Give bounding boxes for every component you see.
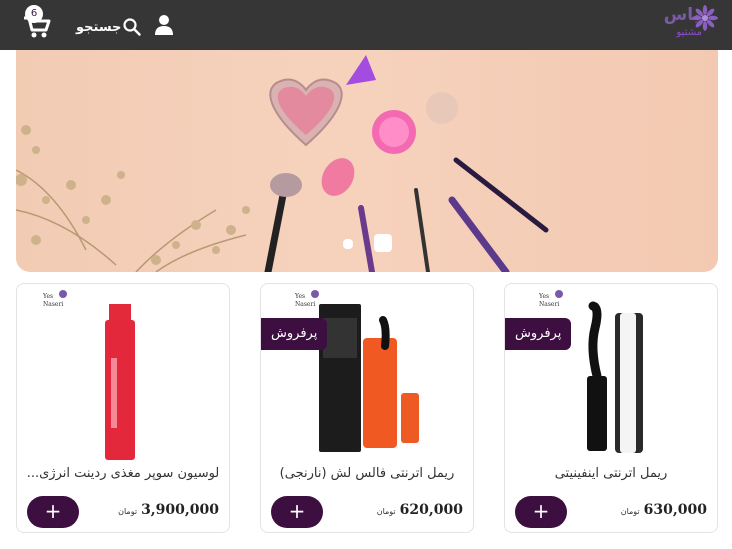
price-value: 630,000 [643, 502, 707, 518]
currency-label: تومان [118, 507, 138, 516]
product-title[interactable]: ریمل اترنتی فالس لش (نارنجی) [267, 466, 467, 488]
add-to-cart-button[interactable]: + [27, 496, 79, 528]
currency-label: تومان [620, 507, 640, 516]
product-card[interactable]: Yes Naseri پرفروش ریمل اترنتی اینفینیتی … [504, 283, 718, 533]
product-title[interactable]: ریمل اترنتی اینفینیتی [511, 466, 711, 488]
lotion-bottle-image [105, 304, 135, 460]
product-card[interactable]: Yes Naseri پرفروش ریمل اترنتی فالس لش (ن… [260, 283, 474, 533]
product-card[interactable]: Yes Naseri لوسیون سوپر مغذی ردینت انرژی.… [16, 283, 230, 533]
search-icon [123, 18, 142, 36]
bestseller-badge: پرفروش [505, 318, 572, 350]
price-value: 620,000 [399, 502, 463, 518]
search-label: جستجو [76, 19, 122, 35]
product-price: تومان 630,000 [621, 502, 707, 518]
hero-banner[interactable] [16, 50, 718, 272]
user-icon [155, 15, 173, 35]
add-to-cart-button[interactable]: + [515, 496, 567, 528]
site-logo[interactable]: یاس مشتیو [650, 3, 720, 47]
product-title[interactable]: لوسیون سوپر مغذی ردینت انرژی... [23, 466, 223, 488]
currency-label: تومان [376, 507, 396, 516]
price-value: 3,900,000 [141, 502, 219, 518]
account-button[interactable] [154, 14, 174, 36]
cosmetics-banner-image [16, 55, 549, 272]
product-price: تومان 620,000 [377, 502, 463, 518]
bestseller-badge: پرفروش [261, 318, 328, 350]
slider-dot-1[interactable] [343, 239, 353, 249]
add-to-cart-button[interactable]: + [271, 496, 323, 528]
product-price: تومان 3,900,000 [118, 502, 219, 518]
search-button[interactable]: جستجو [76, 16, 142, 38]
flower-logo-icon [692, 5, 718, 31]
cart-count-badge: 6 [25, 5, 43, 23]
top-header: 6 جستجو یاس مشتیو [0, 0, 732, 50]
slider-dot-2[interactable] [374, 234, 392, 252]
